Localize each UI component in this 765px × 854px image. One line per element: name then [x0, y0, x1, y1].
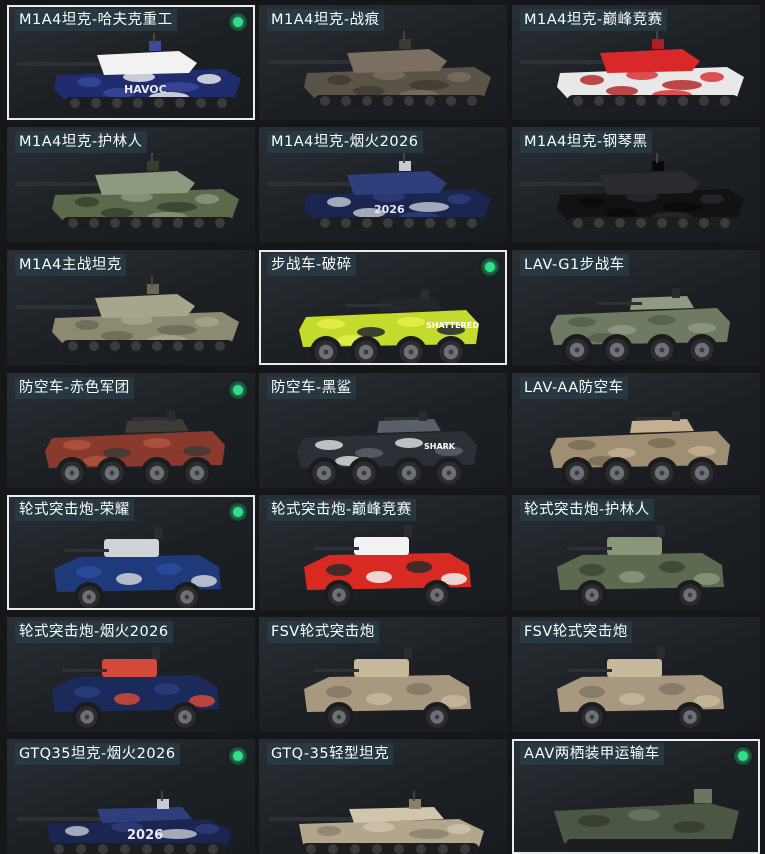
- vehicle-skin-card[interactable]: 轮式突击炮-护林人: [512, 495, 760, 610]
- vehicle-skin-name: 步战车-破碎: [267, 254, 356, 276]
- vehicle-skin-name: 轮式突击炮-护林人: [520, 499, 654, 521]
- vehicle-skin-card[interactable]: M1A4坦克-护林人: [7, 127, 255, 242]
- vehicle-skin-name: 轮式突击炮-巅峰竞赛: [267, 499, 416, 521]
- vehicle-skin-name: GTQ35坦克-烟火2026: [15, 743, 180, 765]
- vehicle-skin-card[interactable]: FSV轮式突击炮: [259, 617, 507, 732]
- vehicle-skin-card[interactable]: HAVOC M1A4坦克-哈夫克重工: [7, 5, 255, 120]
- vehicle-skin-name: GTQ-35轻型坦克: [267, 743, 394, 765]
- vehicle-skin-card[interactable]: M1A4坦克-巅峰竞赛: [512, 5, 760, 120]
- vehicle-skin-card[interactable]: M1A4坦克-战痕: [259, 5, 507, 120]
- vehicle-skin-name: 防空车-黑鲨: [267, 377, 356, 399]
- vehicle-skin-card[interactable]: 轮式突击炮-巅峰竞赛: [259, 495, 507, 610]
- vehicle-skin-name: M1A4坦克-护林人: [15, 131, 147, 153]
- vehicle-skin-card[interactable]: 2026 M1A4坦克-烟火2026: [259, 127, 507, 242]
- vehicle-skin-name: LAV-AA防空车: [520, 377, 628, 399]
- vehicle-skin-grid: HAVOC M1A4坦克-哈夫克重工 M1A4坦克-战痕 M1A4坦克-巅峰竞赛 M1A…: [0, 0, 765, 854]
- svg-text:2026: 2026: [374, 203, 405, 216]
- vehicle-skin-name: AAV两栖装甲运输车: [520, 743, 664, 765]
- vehicle-skin-name: FSV轮式突击炮: [267, 621, 379, 643]
- vehicle-skin-card[interactable]: FSV轮式突击炮: [512, 617, 760, 732]
- vehicle-skin-name: 轮式突击炮-烟火2026: [15, 621, 173, 643]
- svg-text:SHATTERED: SHATTERED: [426, 321, 479, 330]
- vehicle-skin-card[interactable]: M1A4坦克-钢琴黑: [512, 127, 760, 242]
- vehicle-skin-name: LAV-G1步战车: [520, 254, 629, 276]
- vehicle-skin-name: M1A4坦克-钢琴黑: [520, 131, 652, 153]
- vehicle-skin-card[interactable]: SHARK 防空车-黑鲨: [259, 373, 507, 488]
- equipped-indicator-icon: [481, 258, 499, 276]
- vehicle-skin-card[interactable]: GTQ-35轻型坦克: [259, 739, 507, 854]
- vehicle-skin-name: M1A4坦克-烟火2026: [267, 131, 423, 153]
- vehicle-skin-card[interactable]: M1A4主战坦克: [7, 250, 255, 365]
- equipped-indicator-icon: [229, 503, 247, 521]
- vehicle-skin-name: M1A4坦克-巅峰竞赛: [520, 9, 667, 31]
- vehicle-skin-card[interactable]: LAV-G1步战车: [512, 250, 760, 365]
- svg-text:SHARK: SHARK: [424, 442, 456, 451]
- svg-text:2026: 2026: [127, 828, 163, 843]
- vehicle-skin-name: 防空车-赤色军团: [15, 377, 134, 399]
- vehicle-skin-name: M1A4坦克-战痕: [267, 9, 384, 31]
- vehicle-skin-name: M1A4主战坦克: [15, 254, 126, 276]
- vehicle-skin-card[interactable]: 轮式突击炮-烟火2026: [7, 617, 255, 732]
- vehicle-skin-card[interactable]: AAV两栖装甲运输车: [512, 739, 760, 854]
- equipped-indicator-icon: [734, 747, 752, 765]
- vehicle-skin-card[interactable]: 防空车-赤色军团: [7, 373, 255, 488]
- vehicle-skin-name: 轮式突击炮-荣耀: [15, 499, 134, 521]
- svg-text:HAVOC: HAVOC: [124, 83, 167, 96]
- vehicle-skin-card[interactable]: SHATTERED 步战车-破碎: [259, 250, 507, 365]
- vehicle-skin-card[interactable]: 轮式突击炮-荣耀: [7, 495, 255, 610]
- equipped-indicator-icon: [229, 747, 247, 765]
- equipped-indicator-icon: [229, 13, 247, 31]
- vehicle-skin-card[interactable]: LAV-AA防空车: [512, 373, 760, 488]
- equipped-indicator-icon: [229, 381, 247, 399]
- vehicle-skin-name: M1A4坦克-哈夫克重工: [15, 9, 177, 31]
- vehicle-skin-card[interactable]: 2026 GTQ35坦克-烟火2026: [7, 739, 255, 854]
- vehicle-skin-name: FSV轮式突击炮: [520, 621, 632, 643]
